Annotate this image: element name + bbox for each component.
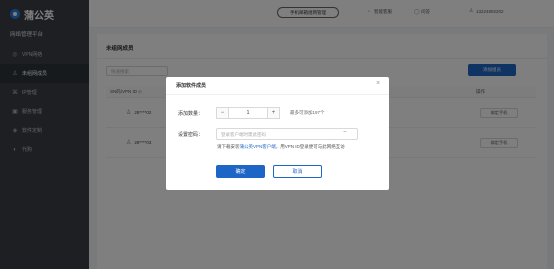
decrement-button[interactable]: − <box>217 108 229 118</box>
quantity-limit-text: 最多可添加197个 <box>290 110 325 115</box>
hint-suffix: ，用VPN ID登录便可与此网络互访 <box>275 144 345 149</box>
increment-button[interactable]: + <box>267 108 279 118</box>
confirm-button[interactable]: 确定 <box>216 165 265 178</box>
quantity-input[interactable]: 1 <box>229 108 267 118</box>
client-download-link[interactable]: 蒲公英VPN客户端 <box>240 144 276 149</box>
close-icon[interactable]: × <box>376 80 380 87</box>
divider <box>166 94 389 95</box>
hint-prefix: 请下载安装 <box>217 144 240 149</box>
download-hint: 请下载安装蒲公英VPN客户端，用VPN ID登录便可与此网络互访 <box>217 144 345 150</box>
quantity-label: 添加数量： <box>178 111 204 117</box>
add-member-dialog: 添加软件成员 × 添加数量： − 1 + 最多可添加197个 设置密码： 登录客… <box>166 77 389 190</box>
password-label: 设置密码： <box>178 132 204 138</box>
quantity-stepper: − 1 + <box>216 107 280 119</box>
dialog-title: 添加软件成员 <box>176 83 207 89</box>
eye-hidden-icon[interactable]: ⌣ <box>343 129 347 136</box>
password-field[interactable]: 登录客户端时需此密码 <box>216 128 358 140</box>
app-window: 蒲公英 网络管理平台 ◎ VPN网络 ♙ 未组网成员 ⌘ IP管理 ▣ 服务管理… <box>0 0 554 269</box>
cancel-button[interactable]: 取消 <box>273 165 322 178</box>
